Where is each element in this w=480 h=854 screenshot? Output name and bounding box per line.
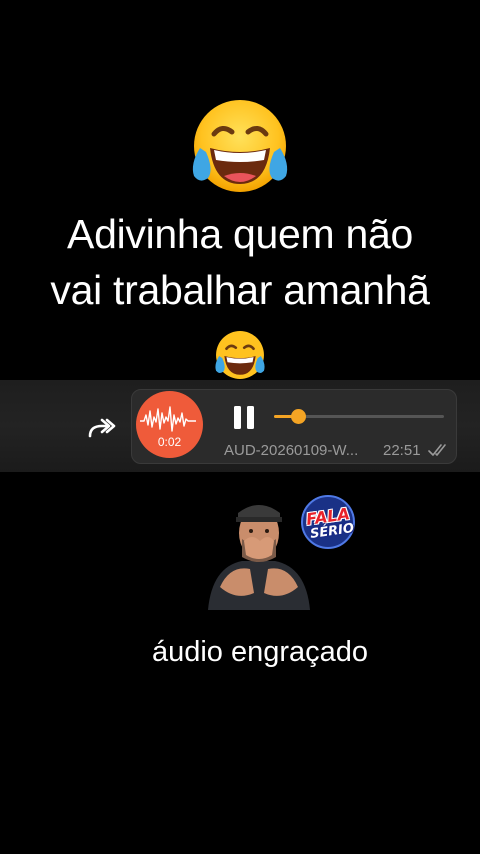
- audio-seek-knob[interactable]: [290, 409, 306, 424]
- message-time: 22:51: [383, 442, 421, 459]
- fala-serio-logo: FALA SÉRIO: [300, 494, 356, 550]
- pause-icon[interactable]: [232, 405, 256, 430]
- audio-file-name: AUD-20260109-W...: [224, 442, 359, 459]
- headline: Adivinha quem não vai trabalhar amanhã: [0, 206, 480, 318]
- laughing-man-image: [202, 497, 315, 610]
- headline-line-1: Adivinha quem não: [67, 211, 413, 257]
- caption: áudio engraçado: [151, 636, 369, 668]
- laughing-tears-emoji-small: [215, 331, 265, 379]
- forward-icon[interactable]: [86, 414, 116, 440]
- audio-thumbnail: 0:02: [136, 391, 203, 458]
- audio-seek-bar[interactable]: [274, 409, 444, 424]
- headline-line-2: vai trabalhar amanhã: [50, 267, 430, 313]
- laughing-tears-emoji-large: [192, 100, 288, 192]
- audio-duration: 0:02: [157, 435, 182, 449]
- double-check-icon: [428, 444, 446, 456]
